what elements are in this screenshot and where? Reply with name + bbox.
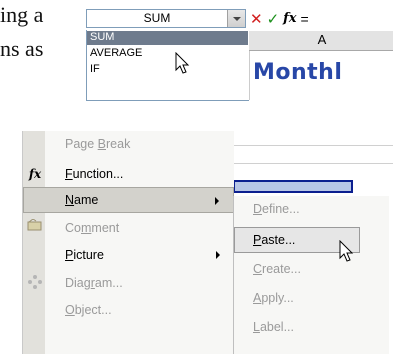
formula-bar-buttons: ✕ ✓ fx =	[250, 9, 309, 28]
submenu-item-apply[interactable]: Apply...	[234, 285, 389, 311]
menu-item-label: Comment	[65, 221, 120, 235]
gridline	[233, 145, 393, 146]
name-box-value: SUM	[143, 11, 171, 25]
menu-item-label: Diagram...	[65, 276, 123, 290]
submenu-item-label-cmd[interactable]: Label...	[234, 314, 389, 340]
submenu-item-label: Define...	[253, 202, 300, 216]
selected-cell-range[interactable]	[233, 180, 353, 193]
cell-a1[interactable]: Monthl	[249, 51, 393, 100]
submenu-item-label: Paste...	[253, 233, 296, 247]
submenu-item-label: Create...	[253, 262, 301, 276]
menu-item-diagram[interactable]: Diagram...	[23, 270, 234, 296]
column-header-label: A	[317, 32, 327, 47]
menu-item-name[interactable]: Name	[23, 187, 234, 213]
menu-item-function[interactable]: fx Function...	[23, 161, 234, 187]
submenu-arrow-icon	[215, 197, 219, 205]
menu-item-comment[interactable]: Comment	[23, 215, 234, 241]
mouse-pointer-icon	[175, 52, 190, 74]
name-box[interactable]: SUM	[86, 9, 246, 28]
menu-item-label: Name	[65, 193, 99, 207]
function-dropdown-list: SUM AVERAGE IF	[86, 30, 249, 101]
insert-function-icon[interactable]: fx	[283, 11, 296, 26]
prose-line-1: ing a	[0, 2, 44, 27]
submenu-item-define[interactable]: Define...	[234, 196, 389, 222]
submenu-item-create[interactable]: Create...	[234, 256, 389, 282]
function-item-sum[interactable]: SUM	[87, 31, 248, 45]
column-header-a[interactable]: A	[249, 31, 393, 51]
submenu-item-label: Apply...	[253, 291, 294, 305]
fx-icon: fx	[28, 167, 42, 181]
menu-item-object[interactable]: Object...	[23, 297, 234, 323]
menu-item-picture[interactable]: Picture	[23, 242, 234, 268]
menu-item-label: Page Break	[65, 137, 131, 151]
name-submenu: Define... Paste... Create... Apply... La…	[233, 196, 389, 354]
menu-item-page-break[interactable]: Page Break	[23, 131, 234, 157]
gridline	[233, 163, 393, 164]
submenu-item-label: Label...	[253, 320, 295, 334]
chevron-down-icon[interactable]	[227, 10, 245, 27]
function-item-if[interactable]: IF	[90, 63, 100, 75]
enter-icon[interactable]: ✓	[267, 10, 280, 28]
function-item-average[interactable]: AVERAGE	[90, 47, 142, 59]
comment-icon	[26, 218, 44, 237]
menu-item-label: Function...	[65, 167, 124, 181]
prose-line-2: ns as	[0, 36, 44, 61]
equals-sign: =	[300, 10, 309, 27]
diagram-icon	[26, 274, 44, 292]
insert-menu: Page Break fx Function... Name Comment P…	[22, 131, 234, 354]
mouse-pointer-icon	[339, 240, 354, 262]
cell-a1-text: Monthl	[253, 60, 343, 85]
submenu-arrow-icon	[216, 251, 220, 259]
menu-item-label: Object...	[65, 303, 112, 317]
menu-item-label: Picture	[65, 248, 104, 262]
cancel-icon[interactable]: ✕	[250, 10, 263, 28]
